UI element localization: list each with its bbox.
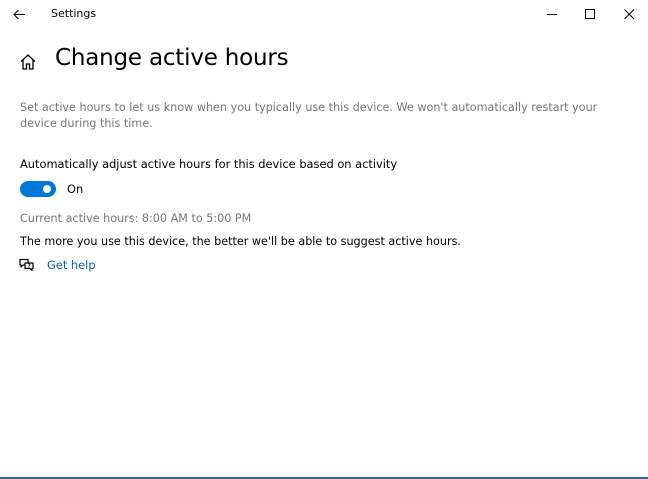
app-title: Settings [51,7,97,20]
get-help-link[interactable]: Get help [47,258,96,272]
page-title: Change active hours [55,45,289,71]
suggestion-text: The more you use this device, the better… [20,235,461,248]
settings-window: Settings Change active hours Set active … [0,0,648,479]
title-bar: Settings [0,0,648,28]
back-button[interactable] [8,4,30,24]
minimize-icon [546,13,557,15]
close-icon [623,8,634,19]
home-icon [20,54,36,70]
maximize-icon [584,8,595,19]
minimize-button[interactable] [535,2,569,26]
auto-adjust-label: Automatically adjust active hours for th… [20,157,398,171]
page-description: Set active hours to let us know when you… [20,101,598,130]
close-button[interactable] [612,2,646,26]
home-button[interactable] [18,52,38,72]
svg-text:?: ? [28,264,31,270]
current-active-hours: Current active hours: 8:00 AM to 5:00 PM [20,212,252,225]
maximize-button[interactable] [573,2,607,26]
toggle-knob [43,185,51,193]
auto-adjust-toggle[interactable] [20,181,56,197]
chat-help-icon: ? [18,257,35,273]
toggle-state-label: On [67,182,84,196]
arrow-left-icon [12,9,25,19]
